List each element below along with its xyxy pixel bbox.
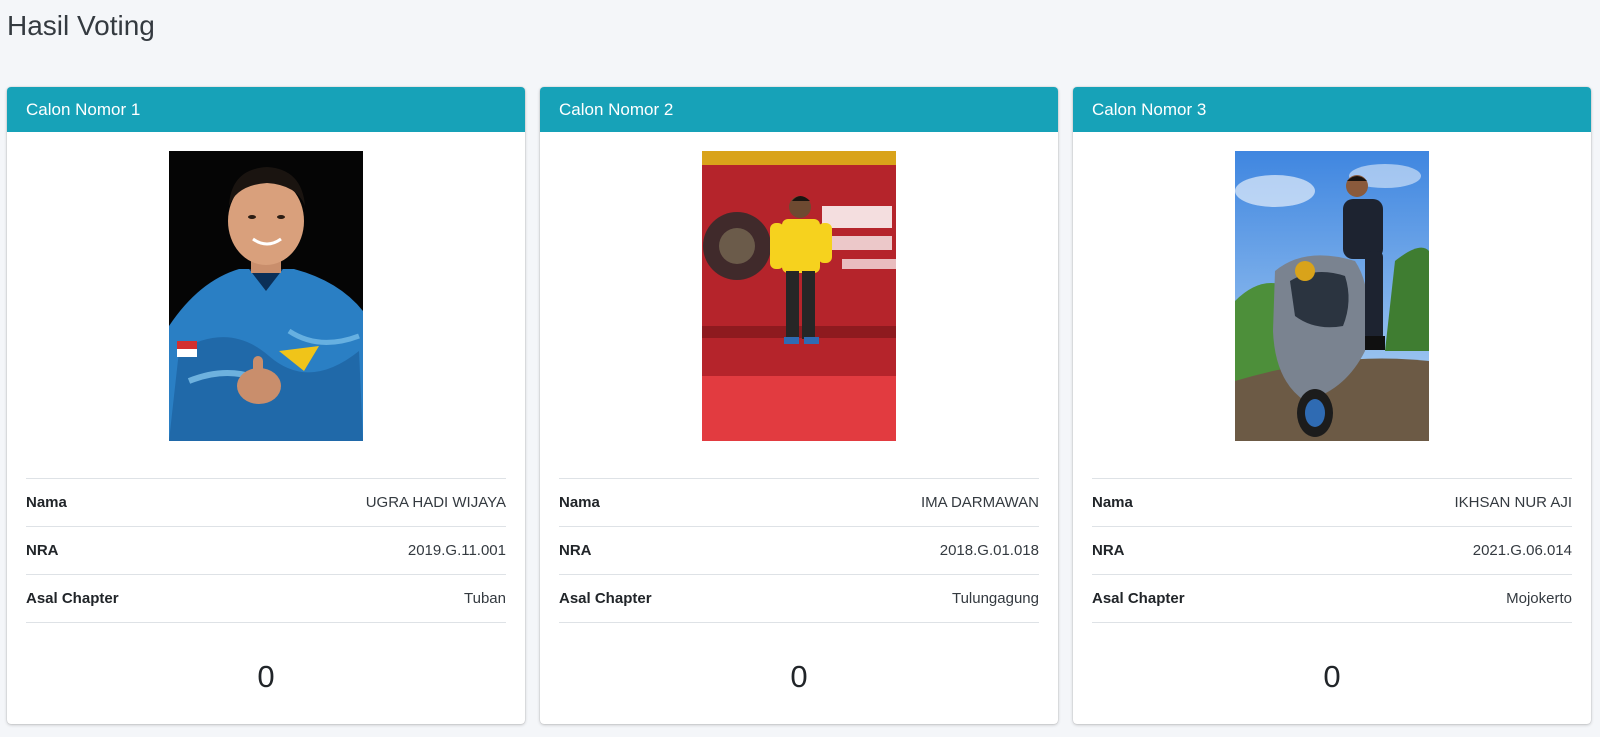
nra-row: NRA 2018.G.01.018 <box>559 526 1039 574</box>
name-value: IMA DARMAWAN <box>920 494 1039 511</box>
vote-count: 0 <box>257 659 275 694</box>
card-header: Calon Nomor 3 <box>1073 87 1591 132</box>
candidate-photo <box>1235 151 1429 441</box>
chapter-row: Asal Chapter Tuban <box>26 574 506 623</box>
name-value: IKHSAN NUR AJI <box>1454 494 1572 511</box>
name-row: Nama IMA DARMAWAN <box>559 478 1039 526</box>
card-header: Calon Nomor 1 <box>7 87 525 132</box>
chapter-value: Tulungagung <box>951 590 1039 607</box>
nra-label: NRA <box>26 542 59 559</box>
nra-label: NRA <box>559 542 592 559</box>
nra-value: 2021.G.06.014 <box>1472 542 1572 559</box>
candidate-card-1: Calon Nomor 1 Nama UGRA HADI WIJAYA NRA … <box>7 87 525 724</box>
candidate-info: Nama IKHSAN NUR AJI NRA 2021.G.06.014 As… <box>1092 478 1572 623</box>
chapter-label: Asal Chapter <box>1092 590 1185 607</box>
vote-count: 0 <box>790 659 808 694</box>
nra-row: NRA 2019.G.11.001 <box>26 526 506 574</box>
chapter-row: Asal Chapter Mojokerto <box>1092 574 1572 623</box>
nra-row: NRA 2021.G.06.014 <box>1092 526 1572 574</box>
candidate-info: Nama IMA DARMAWAN NRA 2018.G.01.018 Asal… <box>559 478 1039 623</box>
nra-label: NRA <box>1092 542 1125 559</box>
page-title: Hasil Voting <box>7 10 155 41</box>
candidate-photo <box>169 151 363 441</box>
chapter-label: Asal Chapter <box>559 590 652 607</box>
nra-value: 2018.G.01.018 <box>939 542 1039 559</box>
vote-count: 0 <box>1323 659 1341 694</box>
candidate-info: Nama UGRA HADI WIJAYA NRA 2019.G.11.001 … <box>26 478 506 623</box>
name-label: Nama <box>26 494 67 511</box>
chapter-value: Tuban <box>464 590 506 607</box>
candidate-card-2: Calon Nomor 2 Nama IMA DARMAWAN NRA 2018… <box>540 87 1058 724</box>
chapter-value: Mojokerto <box>1506 590 1572 607</box>
chapter-label: Asal Chapter <box>26 590 119 607</box>
name-label: Nama <box>559 494 600 511</box>
candidate-card-3: Calon Nomor 3 Nama IKHSAN NUR AJI NRA 20… <box>1073 87 1591 724</box>
name-label: Nama <box>1092 494 1133 511</box>
name-row: Nama IKHSAN NUR AJI <box>1092 478 1572 526</box>
candidate-photo <box>702 151 896 441</box>
name-row: Nama UGRA HADI WIJAYA <box>26 478 506 526</box>
card-header: Calon Nomor 2 <box>540 87 1058 132</box>
nra-value: 2019.G.11.001 <box>407 542 506 559</box>
chapter-row: Asal Chapter Tulungagung <box>559 574 1039 623</box>
name-value: UGRA HADI WIJAYA <box>365 494 506 511</box>
